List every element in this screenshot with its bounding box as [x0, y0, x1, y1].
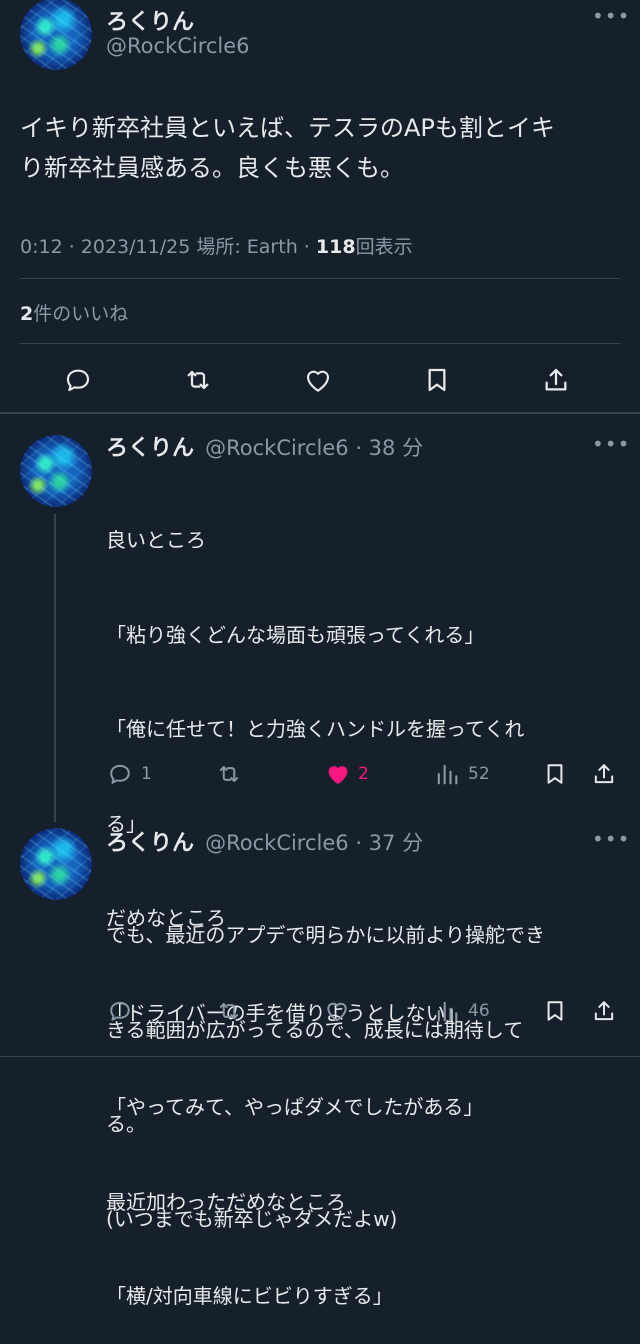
- reply-count: 1: [141, 764, 152, 784]
- divider: [20, 343, 620, 344]
- meta-separator: ·: [303, 236, 310, 258]
- more-options-icon[interactable]: •••: [592, 827, 630, 851]
- more-options-icon[interactable]: •••: [592, 432, 630, 456]
- bookmark-icon[interactable]: [541, 760, 569, 788]
- likes-summary[interactable]: 2件のいいね: [20, 299, 128, 326]
- like-icon[interactable]: [323, 997, 351, 1025]
- reply-text-line: 「粘り強くどんな場面も頑張ってくれる」: [106, 622, 485, 647]
- like-filled-icon[interactable]: [323, 759, 353, 789]
- share-icon[interactable]: [590, 760, 618, 788]
- reply-text-line: 「俺に任せて！と力強くハンドルを握ってくれ: [106, 717, 525, 741]
- divider: [20, 278, 620, 279]
- tweet-text: イキり新卒社員といえば、テスラのAPも割とイキ り新卒社員感ある。良くも悪くも。: [20, 108, 630, 188]
- tweet-timestamp[interactable]: 0:12 · 2023/11/25: [20, 236, 190, 258]
- author-handle[interactable]: @RockCircle6: [106, 34, 250, 58]
- reply-text: でも、最近のアプデで明らかに以前より操舵でき きる範囲が広がってるので、成長には…: [106, 857, 545, 1267]
- reply-icon[interactable]: [62, 364, 94, 396]
- view-count: 46: [468, 1001, 490, 1021]
- reply-text-line: 良いところ: [106, 528, 206, 552]
- likes-count: 2: [20, 303, 34, 325]
- retweet-icon[interactable]: [215, 997, 243, 1025]
- tweet-text-line: イキり新卒社員といえば、テスラのAPも割とイキ: [20, 114, 555, 142]
- views-count: 118: [315, 236, 356, 258]
- reply-author-handle[interactable]: @RockCircle6 · 37 分: [205, 831, 423, 855]
- views-label: 回表示: [355, 236, 413, 258]
- more-options-icon[interactable]: •••: [592, 4, 630, 28]
- reply-header: ろくりん @RockCircle6 · 38 分: [106, 430, 423, 462]
- views-icon[interactable]: [433, 997, 461, 1025]
- reply-icon[interactable]: [106, 997, 134, 1025]
- avatar[interactable]: [20, 0, 92, 70]
- section-divider: [0, 1056, 640, 1057]
- like-count: 2: [358, 764, 369, 784]
- reply-icon[interactable]: [106, 760, 134, 788]
- reply-text-line: でも、最近のアプデで明らかに以前より操舵でき: [106, 923, 545, 947]
- reply-text-line: る。: [106, 1112, 146, 1136]
- view-count: 52: [468, 764, 490, 784]
- thread-line: [54, 514, 56, 822]
- like-icon[interactable]: [302, 364, 334, 396]
- likes-label: 件のいいね: [33, 303, 129, 325]
- reply-author-handle[interactable]: @RockCircle6 · 38 分: [205, 436, 423, 460]
- retweet-icon[interactable]: [215, 760, 243, 788]
- reply-header: ろくりん @RockCircle6 · 37 分: [106, 825, 423, 857]
- reply-text-line: (いつまでも新卒じゃダメだよw): [106, 1206, 398, 1231]
- views-icon[interactable]: [433, 760, 461, 788]
- bookmark-icon[interactable]: [541, 997, 569, 1025]
- reply-author-name[interactable]: ろくりん: [106, 831, 194, 856]
- tweet-meta: 0:12 · 2023/11/25 場所: Earth · 118回表示: [20, 232, 413, 259]
- retweet-icon[interactable]: [182, 364, 214, 396]
- bookmark-icon[interactable]: [421, 364, 453, 396]
- tweet-location: 場所: Earth: [196, 236, 298, 258]
- share-icon[interactable]: [590, 997, 618, 1025]
- section-divider: [0, 412, 640, 414]
- reply-author-name[interactable]: ろくりん: [106, 436, 194, 461]
- share-icon[interactable]: [540, 364, 572, 396]
- tweet-text-line: り新卒社員感ある。良くも悪くも。: [20, 154, 404, 182]
- reply-text-line: 「横/対向車線にビビりすぎる」: [106, 1284, 393, 1308]
- reply-avatar[interactable]: [20, 828, 92, 900]
- author-name[interactable]: ろくりん: [106, 4, 194, 36]
- reply-avatar[interactable]: [20, 435, 92, 507]
